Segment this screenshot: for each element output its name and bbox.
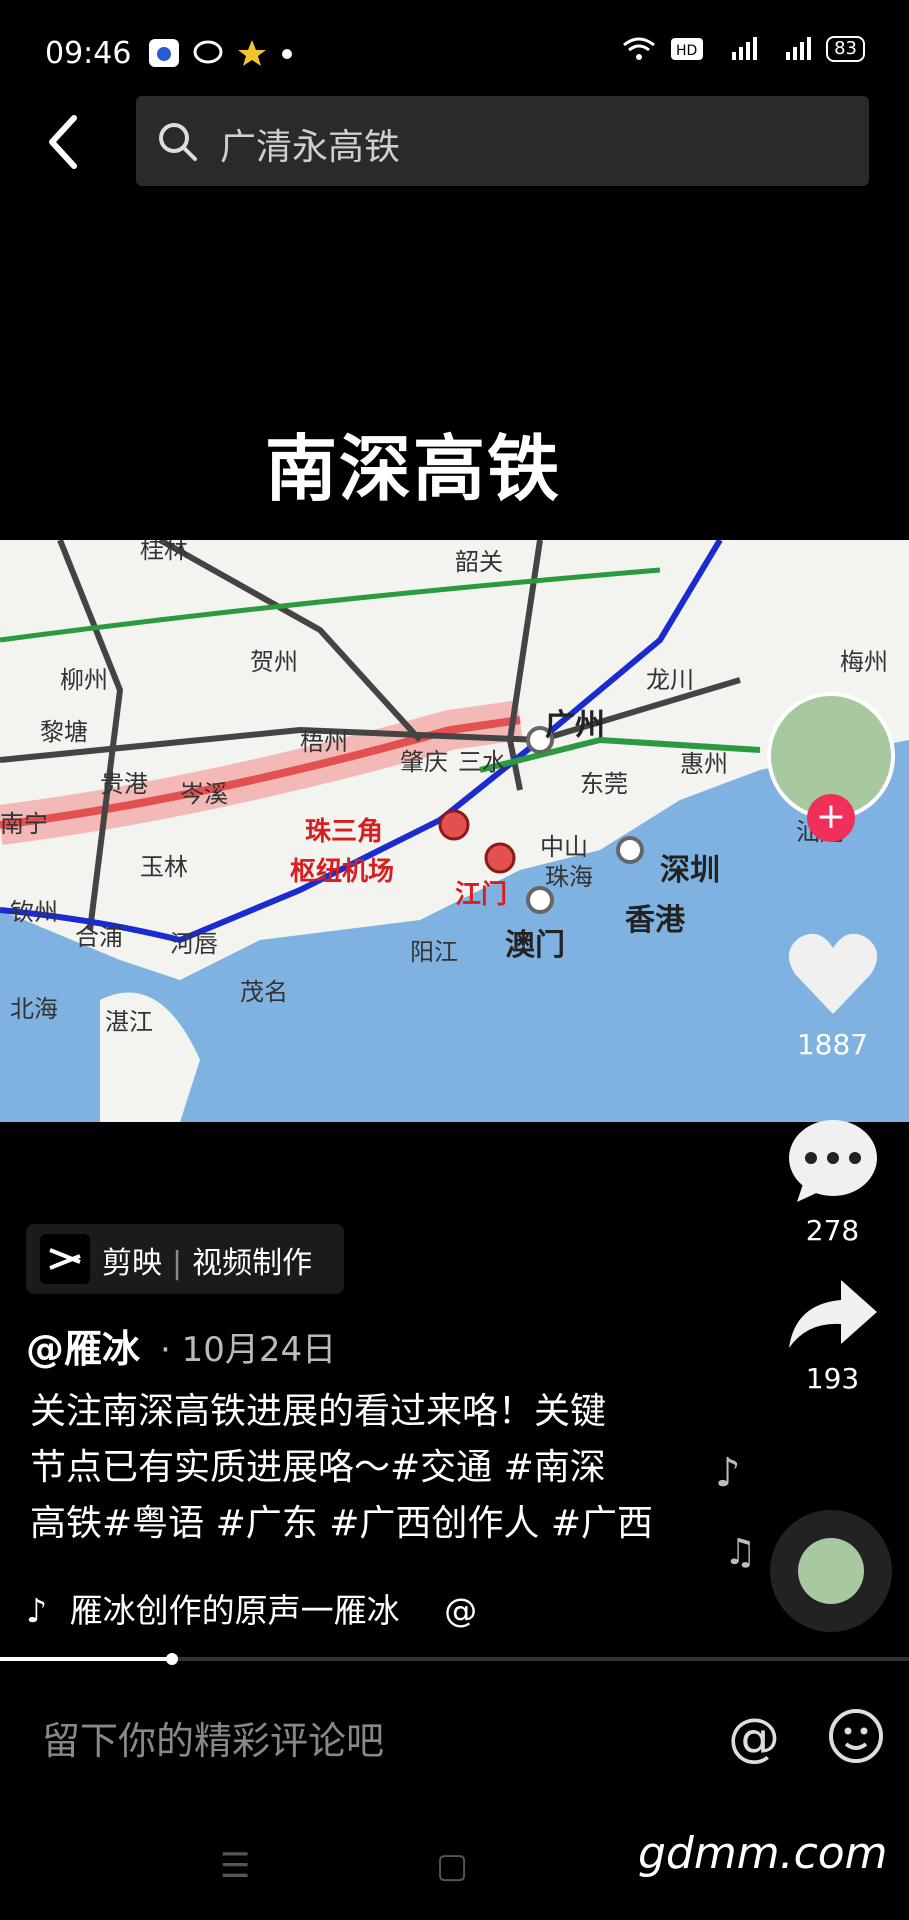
capcut-icon	[40, 1234, 90, 1284]
map-label: 黎塘	[40, 718, 88, 746]
comment-icon[interactable]	[785, 1118, 881, 1204]
music-title: 雁冰创作的原声一雁冰	[69, 1591, 400, 1630]
status-time: 09:46	[45, 36, 132, 71]
hd-icon: HD	[671, 38, 704, 60]
map-label: 南宁	[0, 810, 48, 838]
follow-plus-icon[interactable]: +	[807, 794, 855, 842]
signal-4g-icon-2	[786, 37, 812, 60]
mention-button[interactable]: @	[728, 1708, 780, 1768]
post-date: · 10月24日	[160, 1330, 337, 1370]
map-label: 贺州	[250, 648, 298, 676]
like-count: 1887	[796, 1028, 869, 1061]
back-arrow-icon[interactable]	[40, 112, 90, 172]
comment-action[interactable]: 278	[765, 1118, 900, 1247]
share-icon[interactable]	[785, 1276, 881, 1352]
star-badge-icon	[238, 40, 266, 66]
map-label: 河唇	[170, 930, 218, 958]
map-label: 三水	[458, 748, 506, 776]
map-label: 北海	[10, 995, 58, 1023]
battery-level: 83	[826, 36, 865, 62]
map-label: 梅州	[840, 648, 888, 676]
capcut-badge[interactable]: 剪映 | 视频制作	[26, 1224, 344, 1294]
map-label: 岑溪	[180, 780, 228, 808]
capcut-text: 剪映 | 视频制作	[102, 1246, 313, 1281]
comment-input[interactable]: 留下你的精彩评论吧	[42, 1710, 384, 1765]
video-title: 南深高铁	[265, 427, 562, 511]
map-label: 广州	[545, 708, 605, 743]
map-label: 柳州	[60, 666, 108, 694]
map-label: 肇庆	[400, 748, 448, 776]
map-label: 惠州	[680, 750, 728, 778]
map-label: 韶关	[455, 548, 503, 576]
map-label: 阳江	[410, 938, 458, 966]
map-label: 龙川	[646, 666, 694, 694]
map-label: 枢纽机场	[290, 856, 394, 887]
status-bar: 09:46 HD 83	[0, 0, 909, 110]
search-bar[interactable]: 广清永高铁	[136, 96, 869, 186]
comment-count: 278	[805, 1214, 860, 1247]
progress-fill	[0, 1657, 170, 1661]
map-label: 梧州	[300, 728, 348, 756]
chat-bubble-icon	[193, 40, 223, 64]
tiktok-note-icon: ♪	[26, 1591, 48, 1630]
map-label: 东莞	[580, 770, 628, 798]
emoji-icon[interactable]	[828, 1708, 884, 1764]
capcut-label: 视频制作	[192, 1246, 313, 1281]
heart-icon[interactable]	[785, 930, 881, 1018]
map-label: 玉林	[140, 853, 188, 881]
map-label: 钦州	[10, 898, 58, 926]
capcut-app: 剪映	[102, 1246, 162, 1281]
map-label: 澳门	[505, 928, 565, 963]
map-label: 贵港	[100, 770, 148, 798]
map-label: 茂名	[240, 978, 288, 1006]
map-label: 湛江	[105, 1008, 153, 1036]
map-label: 香港	[625, 903, 686, 938]
description-line: 关注南深高铁进展的看过来咯！关键	[30, 1391, 607, 1432]
search-query: 广清永高铁	[220, 127, 401, 168]
music-info[interactable]: ♪ 雁冰创作的原声一雁冰 @	[26, 1584, 477, 1632]
progress-knob[interactable]	[166, 1653, 178, 1665]
disc-avatar	[798, 1538, 864, 1604]
map-label: 合浦	[75, 923, 123, 951]
music-note-icon: ♫	[724, 1532, 757, 1573]
share-action[interactable]: 193	[765, 1276, 900, 1395]
svg-text:HD: HD	[676, 43, 697, 59]
post-description: 关注南深高铁进展的看过来咯！关键 节点已有实质进展咯～#交通 #南深 高铁#粤语…	[30, 1384, 670, 1552]
notification-dot-icon	[282, 49, 292, 59]
baidu-icon	[149, 39, 179, 67]
map-label: 江门	[455, 880, 507, 910]
menu-nav-icon[interactable]: ☰	[220, 1846, 250, 1886]
map-label: 珠海	[545, 863, 593, 891]
home-nav-icon[interactable]: ▢	[436, 1846, 468, 1886]
map-label: 中山	[540, 833, 588, 861]
creator-avatar[interactable]: +	[767, 692, 895, 842]
wifi-icon	[623, 37, 656, 60]
signal-4g-icon	[732, 37, 758, 60]
music-disc[interactable]	[770, 1510, 892, 1632]
map-label: 桂林	[140, 540, 188, 564]
status-right: HD 83	[622, 36, 865, 62]
description-line: 高铁#粤语 #广东 #广西创作人 #广西	[30, 1503, 653, 1544]
description-line: 节点已有实质进展咯～#交通 #南深	[30, 1447, 606, 1488]
author-name[interactable]: @雁冰	[26, 1318, 140, 1373]
like-action[interactable]: 1887	[765, 930, 900, 1061]
search-icon	[159, 123, 197, 161]
map-label: 深圳	[660, 853, 720, 888]
map-label: 珠三角	[305, 816, 383, 847]
video-progress-bar[interactable]	[0, 1653, 909, 1665]
music-at: @	[444, 1591, 478, 1630]
music-note-icon: ♪	[715, 1450, 741, 1496]
share-count: 193	[805, 1362, 860, 1395]
watermark: gdmm.com	[638, 1828, 888, 1879]
